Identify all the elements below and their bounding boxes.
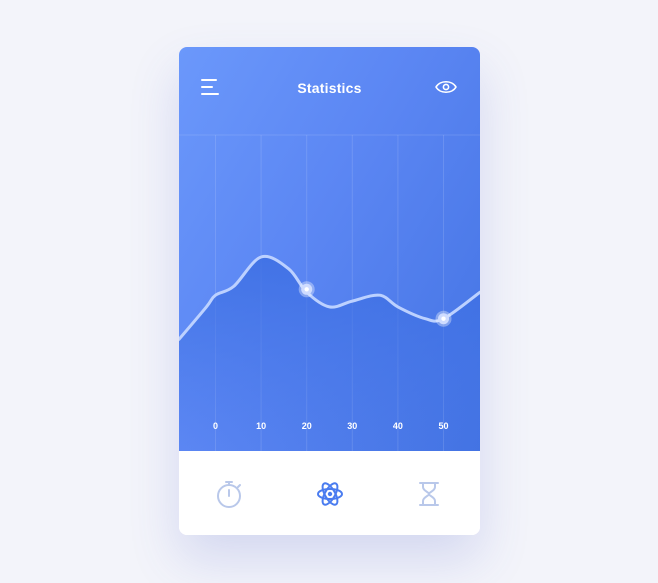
atom-icon [317,482,343,506]
tab-stopwatch[interactable] [214,479,244,509]
bottom-tab-bar [179,451,480,535]
data-point-center [441,316,446,321]
x-tick-label: 50 [439,421,449,431]
chart-panel: 0 10 20 30 40 50 Statistics [179,47,480,451]
x-tick-label: 0 [213,421,218,431]
hourglass-icon [419,482,439,506]
x-tick-label: 10 [256,421,266,431]
series-area [179,256,480,451]
tab-atom[interactable] [315,479,345,509]
statistics-card: 0 10 20 30 40 50 Statistics [179,47,480,535]
x-tick-label: 20 [302,421,312,431]
tab-hourglass[interactable] [414,479,444,509]
eye-icon[interactable] [434,77,458,97]
x-tick-label: 40 [393,421,403,431]
stopwatch-icon [217,481,241,508]
data-point-center [304,287,309,292]
x-tick-label: 30 [347,421,357,431]
header-bar: Statistics [179,47,480,135]
